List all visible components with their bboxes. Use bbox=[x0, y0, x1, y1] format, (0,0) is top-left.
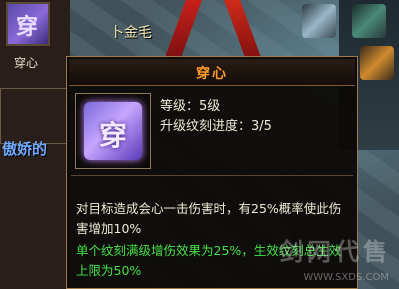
inscription-gem-icon: 穿 bbox=[84, 102, 142, 160]
empty-slot[interactable] bbox=[0, 88, 68, 144]
tooltip-title-bar: 穿心 bbox=[69, 59, 355, 86]
inscription-slot[interactable]: 穿 bbox=[6, 2, 50, 46]
upgrade-progress-text: 升级纹刻进度：3/5 bbox=[160, 119, 272, 134]
red-banner-icon bbox=[164, 0, 202, 60]
other-player-name: 傲娇的 bbox=[2, 140, 48, 158]
watermark-logo: 剑网代售 bbox=[279, 238, 391, 266]
watermark-url: WWW.SXDS.COM bbox=[303, 272, 389, 283]
red-banner-icon bbox=[224, 0, 262, 60]
tooltip-title: 穿心 bbox=[196, 66, 228, 82]
skill-slot-icon[interactable] bbox=[352, 4, 386, 38]
divider bbox=[71, 175, 353, 176]
slot-caption: 穿心 bbox=[14, 56, 39, 70]
skill-slot-icon[interactable] bbox=[302, 4, 336, 38]
inscription-glyph-icon: 穿 bbox=[16, 14, 39, 40]
inscription-glyph-icon: 穿 bbox=[98, 119, 127, 152]
level-text: 等级：5级 bbox=[160, 99, 221, 114]
item-icon-frame: 穿 bbox=[75, 93, 151, 169]
skill-slot-icon[interactable] bbox=[360, 46, 394, 80]
npc-name-label: 卜金毛 bbox=[110, 25, 152, 41]
